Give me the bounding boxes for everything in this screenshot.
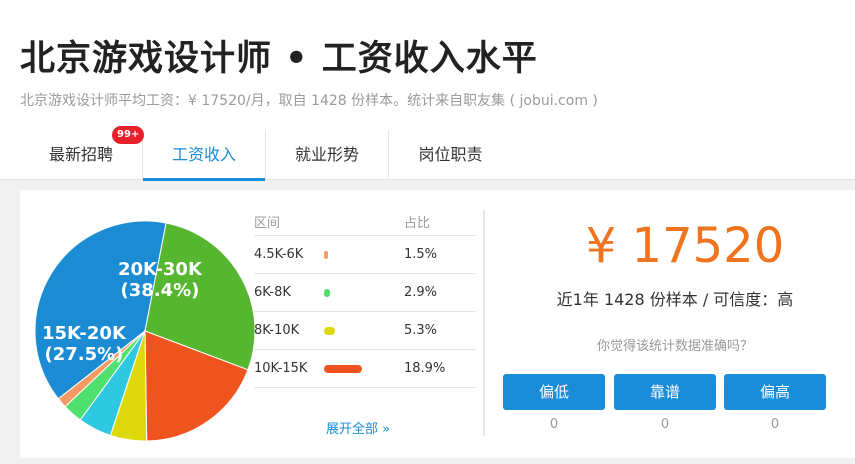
tab-label: 最新招聘 [48, 145, 113, 164]
tab-salary[interactable]: 工资收入 [143, 130, 266, 181]
share-bar [324, 250, 328, 259]
slice-percent: (38.4%) [120, 280, 200, 301]
share-bar [324, 326, 335, 335]
slice-range: 20K-30K [118, 259, 202, 280]
vote-low-button[interactable]: 偏低 [503, 374, 605, 410]
tab-duties[interactable]: 岗位职责 [389, 130, 512, 180]
share-cell: 1.5% [404, 247, 438, 262]
bar-cell [324, 250, 404, 259]
col-range-header: 区间 [254, 216, 281, 231]
vote-accurate-button[interactable]: 靠谱 [614, 374, 716, 410]
vote-high-button[interactable]: 偏高 [724, 374, 826, 410]
range-cell: 10K-15K [254, 361, 308, 376]
table-row: 6K-8K 2.9% [254, 274, 476, 312]
salary-range-table: 区间 占比 4.5K-6K 1.5% 6K-8K 2.9% 8K-10K 5.3… [254, 208, 476, 388]
salary-pie-chart: 20K-30K (38.4%) 15K-20K (27.5%) [30, 216, 260, 446]
share-bar [324, 364, 362, 373]
tab-label: 岗位职责 [418, 145, 483, 164]
sample-info: 近1年 1428 份样本 / 可信度：高 [556, 290, 794, 309]
slice-percent: (27.5%) [44, 344, 124, 365]
salary-card: 20K-30K (38.4%) 15K-20K (27.5%) 区间 占比 4.… [20, 190, 855, 458]
bar-cell [324, 288, 404, 297]
tab-employment[interactable]: 就业形势 [266, 130, 389, 180]
share-cell: 2.9% [404, 285, 438, 300]
average-salary: ¥ 17520 [585, 218, 785, 274]
tab-label: 就业形势 [294, 145, 359, 164]
table-row: 8K-10K 5.3% [254, 312, 476, 350]
tab-bar: 最新招聘 99+ 工资收入 就业形势 岗位职责 [20, 126, 512, 181]
bar-cell [324, 364, 404, 373]
share-cell: 5.3% [404, 323, 438, 338]
share-bar [324, 288, 330, 297]
pie-label-15k-20k: 15K-20K (27.5%) [42, 323, 126, 365]
col-share-header: 占比 [404, 216, 431, 231]
divider [483, 210, 485, 436]
vote-accurate-count: 0 [660, 417, 670, 432]
range-cell: 6K-8K [254, 285, 291, 300]
vote-low-count: 0 [549, 417, 559, 432]
page-subtitle: 北京游戏设计师平均工资：¥ 17520/月，取自 1428 份样本。统计来自职友… [20, 93, 598, 109]
bar-cell [324, 326, 404, 335]
table-row: 4.5K-6K 1.5% [254, 236, 476, 274]
share-cell: 18.9% [404, 361, 446, 376]
new-count-badge: 99+ [112, 126, 145, 144]
table-header: 区间 占比 [254, 208, 476, 236]
range-cell: 4.5K-6K [254, 247, 304, 262]
table-row: 10K-15K 18.9% [254, 350, 476, 388]
page-title: 北京游戏设计师 • 工资收入水平 [20, 39, 538, 79]
range-cell: 8K-10K [254, 323, 300, 338]
show-all-link[interactable]: 展开全部 » [326, 418, 390, 437]
vote-high-count: 0 [770, 417, 780, 432]
accuracy-question: 你觉得该统计数据准确吗？ [596, 339, 753, 354]
tab-label: 工资收入 [171, 145, 236, 164]
tab-latest-jobs[interactable]: 最新招聘 99+ [20, 126, 145, 180]
page-header: 北京游戏设计师 • 工资收入水平 北京游戏设计师平均工资：¥ 17520/月，取… [0, 0, 855, 181]
slice-range: 15K-20K [42, 323, 126, 344]
pie-label-20k-30k: 20K-30K (38.4%) [118, 259, 202, 301]
